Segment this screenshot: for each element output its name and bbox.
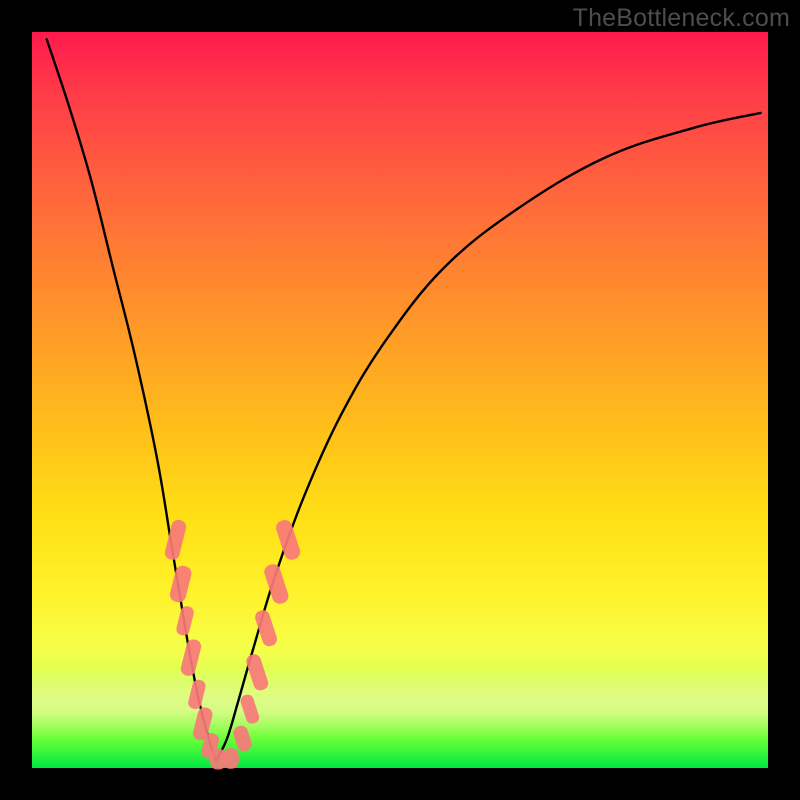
chart-frame: TheBottleneck.com	[0, 0, 800, 800]
plot-area	[32, 32, 768, 768]
data-marker	[232, 724, 254, 753]
data-marker	[168, 564, 193, 604]
data-marker	[223, 748, 239, 769]
curve-layer	[32, 32, 768, 768]
data-marker	[245, 653, 270, 693]
curve-right-branch	[216, 113, 761, 761]
data-marker	[179, 638, 202, 677]
watermark-text: TheBottleneck.com	[573, 4, 790, 33]
data-marker	[274, 518, 302, 562]
data-marker	[175, 605, 195, 637]
data-marker	[239, 693, 261, 725]
data-marker	[187, 679, 207, 711]
data-marker	[253, 608, 278, 648]
